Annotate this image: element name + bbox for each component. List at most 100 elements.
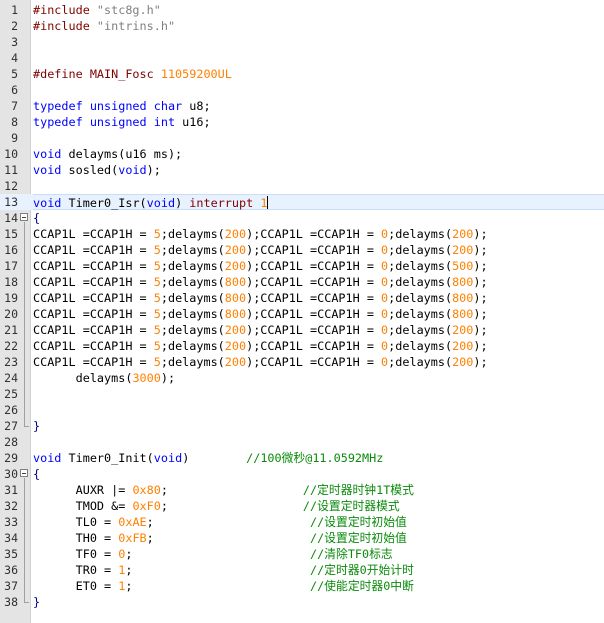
code-line[interactable]: 25 <box>0 386 604 402</box>
code-line[interactable]: 10 void delayms(u16 ms); <box>0 146 604 162</box>
code-text[interactable]: TMOD &= 0xF0; //设置定时器模式 <box>33 498 604 514</box>
code-token: ); <box>473 339 488 353</box>
code-line[interactable]: 4 <box>0 50 604 66</box>
code-line[interactable]: 19 CCAP1L =CCAP1H = 5;delayms(800);CCAP1L… <box>0 290 604 306</box>
code-text[interactable]: TL0 = 0xAE; //设置定时初始值 <box>33 514 604 530</box>
code-text[interactable]: typedef unsigned char u8; <box>33 98 604 114</box>
code-text[interactable]: CCAP1L =CCAP1H = 5;delayms(200);CCAP1L =… <box>33 354 604 370</box>
code-editor[interactable]: 1 #include "stc8g.h" 2 #include "intrins.h"… <box>0 0 604 623</box>
code-text[interactable]: void Timer0_Isr(void) interrupt 1 <box>33 194 604 210</box>
code-text[interactable]: ET0 = 1; //使能定时器0中断 <box>33 578 604 594</box>
code-text[interactable]: CCAP1L =CCAP1H = 5;delayms(200);CCAP1L =… <box>33 338 604 354</box>
code-token: CCAP1L =CCAP1H = <box>33 323 154 337</box>
code-token: ; <box>160 499 303 513</box>
code-text[interactable]: } <box>33 418 604 434</box>
code-token: //设置定时器模式 <box>302 499 400 513</box>
code-text[interactable]: CCAP1L =CCAP1H = 5;delayms(200);CCAP1L =… <box>33 322 604 338</box>
line-number: 8 <box>11 115 18 129</box>
code-line[interactable]: 18 CCAP1L =CCAP1H = 5;delayms(800);CCAP1L… <box>0 274 604 290</box>
code-line[interactable]: 34 TH0 = 0xFB; //设置定时初始值 <box>0 530 604 546</box>
code-text[interactable] <box>33 82 604 98</box>
code-text[interactable]: void Timer0_Init(void) //100微秒@11.0592MH… <box>33 450 604 466</box>
code-line[interactable]: 3 <box>0 34 604 50</box>
code-line[interactable]: 22 CCAP1L =CCAP1H = 5;delayms(200);CCAP1L… <box>0 338 604 354</box>
code-line[interactable]: 38} <box>0 594 604 610</box>
code-text[interactable]: void delayms(u16 ms); <box>33 146 604 162</box>
code-line[interactable]: 8 typedef unsigned int u16; <box>0 114 604 130</box>
code-line[interactable]: 32 TMOD &= 0xF0; //设置定时器模式 <box>0 498 604 514</box>
code-token: typedef unsigned int <box>33 115 176 129</box>
code-text[interactable]: TR0 = 1; //定时器0开始计时 <box>33 562 604 578</box>
code-text[interactable]: delayms(3000); <box>33 370 604 386</box>
code-line[interactable]: 29 void Timer0_Init(void) //100微秒@11.0592… <box>0 450 604 466</box>
code-text[interactable]: #define MAIN_Fosc 11059200UL <box>33 66 604 82</box>
code-text[interactable]: CCAP1L =CCAP1H = 5;delayms(800);CCAP1L =… <box>33 290 604 306</box>
code-token: ); <box>160 371 176 385</box>
code-text[interactable] <box>33 50 604 66</box>
code-text[interactable]: typedef unsigned int u16; <box>33 114 604 130</box>
code-text[interactable]: void sosled(void); <box>33 162 604 178</box>
code-line[interactable]: 16 CCAP1L =CCAP1H = 5;delayms(200);CCAP1L… <box>0 242 604 258</box>
line-number: 9 <box>11 131 18 145</box>
code-token: void <box>118 163 147 177</box>
code-text[interactable] <box>33 434 604 450</box>
code-text[interactable]: CCAP1L =CCAP1H = 5;delayms(200);CCAP1L =… <box>33 226 604 242</box>
code-text[interactable] <box>33 402 604 418</box>
code-text[interactable]: TF0 = 0; //清除TF0标志 <box>33 546 604 562</box>
fold-toggle-icon[interactable] <box>20 469 28 477</box>
code-line[interactable]: 17 CCAP1L =CCAP1H = 5;delayms(200);CCAP1L… <box>0 258 604 274</box>
code-token: Timer0_Isr( <box>61 196 147 210</box>
code-text[interactable]: CCAP1L =CCAP1H = 5;delayms(800);CCAP1L =… <box>33 274 604 290</box>
code-line[interactable]: 27} <box>0 418 604 434</box>
code-text[interactable]: TH0 = 0xFB; //设置定时初始值 <box>33 530 604 546</box>
code-text[interactable] <box>33 386 604 402</box>
code-line[interactable]: 15 CCAP1L =CCAP1H = 5;delayms(200);CCAP1L… <box>0 226 604 242</box>
code-line[interactable]: 11 void sosled(void); <box>0 162 604 178</box>
fold-toggle-icon[interactable] <box>20 213 28 221</box>
code-token: #include <box>33 3 97 17</box>
code-line[interactable]: 30 { <box>0 466 604 482</box>
code-token: #define MAIN_Fosc <box>33 67 161 81</box>
code-text[interactable]: { <box>33 466 604 482</box>
code-text[interactable]: { <box>33 210 604 226</box>
code-token: CCAP1L =CCAP1H = <box>33 259 154 273</box>
code-text[interactable]: CCAP1L =CCAP1H = 5;delayms(200);CCAP1L =… <box>33 242 604 258</box>
line-number: 19 <box>4 291 18 305</box>
code-text[interactable]: #include "stc8g.h" <box>33 2 604 18</box>
code-text[interactable]: } <box>33 594 604 610</box>
code-line[interactable]: 7 typedef unsigned char u8; <box>0 98 604 114</box>
code-line[interactable]: 14 { <box>0 210 604 226</box>
code-line[interactable]: 1 #include "stc8g.h" <box>0 2 604 18</box>
code-line[interactable]: 33 TL0 = 0xAE; //设置定时初始值 <box>0 514 604 530</box>
code-token: ;delayms( <box>160 275 225 289</box>
code-line[interactable]: 20 CCAP1L =CCAP1H = 5;delayms(800);CCAP1L… <box>0 306 604 322</box>
code-text[interactable]: #include "intrins.h" <box>33 18 604 34</box>
code-line[interactable]: 37 ET0 = 1; //使能定时器0中断 <box>0 578 604 594</box>
code-line[interactable]: 23 CCAP1L =CCAP1H = 5;delayms(200);CCAP1L… <box>0 354 604 370</box>
code-text[interactable] <box>33 178 604 194</box>
code-token: CCAP1L =CCAP1H = <box>33 355 154 369</box>
code-line[interactable]: 12 <box>0 178 604 194</box>
code-text[interactable] <box>33 34 604 50</box>
code-line[interactable]: 2 #include "intrins.h" <box>0 18 604 34</box>
code-text[interactable]: AUXR |= 0x80; //定时器时钟1T模式 <box>33 482 604 498</box>
code-line[interactable]: 9 <box>0 130 604 146</box>
fold-guide-line <box>24 478 25 602</box>
line-number: 31 <box>4 483 18 497</box>
code-line[interactable]: 24 delayms(3000); <box>0 370 604 386</box>
code-line[interactable]: 13 void Timer0_Isr(void) interrupt 1 <box>0 194 604 210</box>
code-text[interactable]: CCAP1L =CCAP1H = 5;delayms(800);CCAP1L =… <box>33 306 604 322</box>
code-line[interactable]: 5 #define MAIN_Fosc 11059200UL <box>0 66 604 82</box>
code-line[interactable]: 26 <box>0 402 604 418</box>
code-line[interactable]: 21 CCAP1L =CCAP1H = 5;delayms(200);CCAP1L… <box>0 322 604 338</box>
code-line[interactable]: 6 <box>0 82 604 98</box>
code-token: 800 <box>224 275 247 289</box>
code-token: 200 <box>224 227 247 241</box>
code-token: ;delayms( <box>388 275 453 289</box>
code-line[interactable]: 28 <box>0 434 604 450</box>
code-text[interactable]: CCAP1L =CCAP1H = 5;delayms(200);CCAP1L =… <box>33 258 604 274</box>
code-line[interactable]: 36 TR0 = 1; //定时器0开始计时 <box>0 562 604 578</box>
code-line[interactable]: 31 AUXR |= 0x80; //定时器时钟1T模式 <box>0 482 604 498</box>
code-text[interactable] <box>33 130 604 146</box>
code-line[interactable]: 35 TF0 = 0; //清除TF0标志 <box>0 546 604 562</box>
